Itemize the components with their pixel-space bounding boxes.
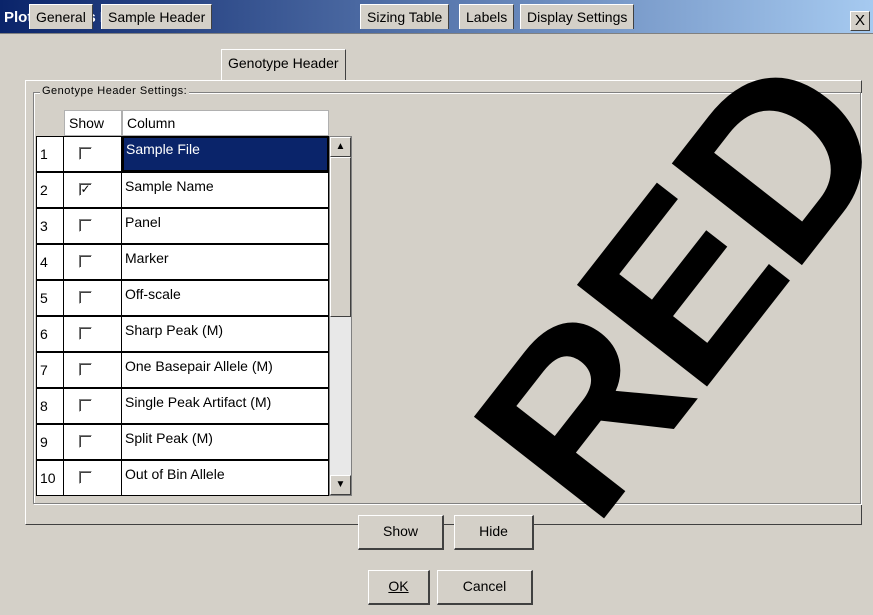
row-show-cell <box>64 316 122 352</box>
row-column-name[interactable]: Sharp Peak (M) <box>122 316 329 352</box>
row-number: 4 <box>36 244 64 280</box>
row-show-cell: ✓ <box>64 172 122 208</box>
row-column-name[interactable]: One Basepair Allele (M) <box>122 352 329 388</box>
row-column-name[interactable]: Single Peak Artifact (M) <box>122 388 329 424</box>
row-show-cell <box>64 208 122 244</box>
row-show-cell <box>64 424 122 460</box>
row-column-name[interactable]: Sample File <box>122 136 329 172</box>
show-checkbox[interactable] <box>79 255 92 268</box>
show-checkbox[interactable] <box>79 327 92 340</box>
row-number: 9 <box>36 424 64 460</box>
row-column-name[interactable]: Panel <box>122 208 329 244</box>
scroll-thumb[interactable] <box>330 157 351 317</box>
close-button[interactable]: X <box>850 11 870 31</box>
scroll-down-button[interactable]: ▼ <box>330 475 351 495</box>
show-checkbox[interactable] <box>79 147 92 160</box>
row-column-name[interactable]: Marker <box>122 244 329 280</box>
row-show-cell <box>64 352 122 388</box>
cancel-button[interactable]: Cancel <box>437 570 533 605</box>
row-number: 1 <box>36 136 64 172</box>
show-checkbox[interactable] <box>79 219 92 232</box>
row-column-name[interactable]: Sample Name <box>122 172 329 208</box>
show-checkbox[interactable] <box>79 399 92 412</box>
show-checkbox[interactable]: ✓ <box>79 183 92 196</box>
row-number: 10 <box>36 460 64 496</box>
show-checkbox[interactable] <box>79 291 92 304</box>
row-show-cell <box>64 388 122 424</box>
show-checkbox[interactable] <box>79 471 92 484</box>
tab-labels[interactable]: Labels <box>459 4 515 29</box>
row-show-cell <box>64 460 122 496</box>
row-number: 6 <box>36 316 64 352</box>
arrow-up-icon: ▲ <box>335 141 346 152</box>
tab-sample-header[interactable]: Sample Header <box>101 4 213 29</box>
tab-genotype-header[interactable]: Genotype Header <box>221 49 346 80</box>
row-number: 5 <box>36 280 64 316</box>
show-button[interactable]: Show <box>358 515 444 550</box>
tab-general[interactable]: General <box>29 4 93 29</box>
row-number: 3 <box>36 208 64 244</box>
header-show: Show <box>64 110 122 136</box>
scroll-up-button[interactable]: ▲ <box>330 137 351 157</box>
show-checkbox[interactable] <box>79 435 92 448</box>
row-show-cell <box>64 244 122 280</box>
group-label: Genotype Header Settings: <box>40 85 190 97</box>
row-number: 8 <box>36 388 64 424</box>
row-column-name[interactable]: Out of Bin Allele <box>122 460 329 496</box>
row-number: 2 <box>36 172 64 208</box>
vertical-scrollbar[interactable]: ▲ ▼ <box>329 136 352 496</box>
hide-button[interactable]: Hide <box>454 515 534 550</box>
header-column: Column <box>122 110 329 136</box>
header-corner <box>36 110 64 136</box>
row-show-cell <box>64 136 122 172</box>
row-column-name[interactable]: Off-scale <box>122 280 329 316</box>
close-icon: X <box>854 12 865 29</box>
row-show-cell <box>64 280 122 316</box>
row-number: 7 <box>36 352 64 388</box>
arrow-down-icon: ▼ <box>335 479 346 490</box>
tab-display-settings[interactable]: Display Settings <box>520 4 635 29</box>
row-column-name[interactable]: Split Peak (M) <box>122 424 329 460</box>
ok-button[interactable]: OK <box>368 570 430 605</box>
show-checkbox[interactable] <box>79 363 92 376</box>
tab-sizing-table[interactable]: Sizing Table <box>360 4 450 29</box>
